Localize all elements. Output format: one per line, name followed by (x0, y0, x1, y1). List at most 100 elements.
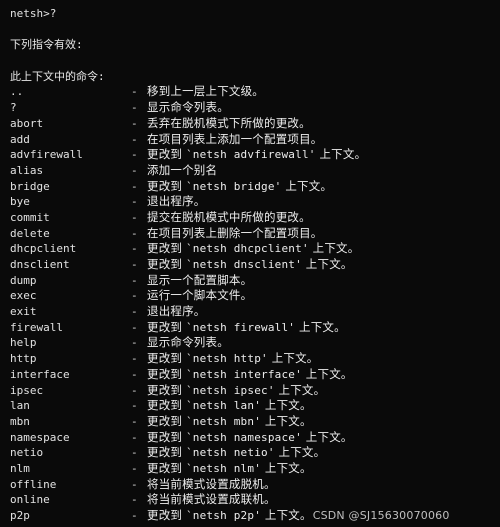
command-description: 提交在脱机模式中所做的更改。 (147, 209, 311, 224)
command-name: .. (10, 85, 24, 99)
command-separator-dash: - (131, 101, 138, 115)
command-row: http - 更改到 `netsh http' 上下文。 (0, 351, 500, 367)
command-row: delete - 在项目列表上删除一个配置项目。 (0, 226, 500, 242)
command-name: commit (10, 210, 50, 224)
command-row: mbn - 更改到 `netsh mbn' 上下文。 (0, 414, 500, 430)
command-description: 将当前模式设置成联机。 (147, 492, 276, 507)
command-separator-dash: - (131, 493, 138, 507)
command-separator-dash: - (131, 148, 138, 162)
command-row: add - 在项目列表上添加一个配置项目。 (0, 132, 500, 148)
command-row: netio - 更改到 `netsh netio' 上下文。 (0, 445, 500, 461)
command-name: offline (10, 477, 57, 491)
command-row: alias - 添加一个别名 (0, 163, 500, 179)
command-separator-dash: - (131, 289, 138, 303)
command-description: 更改到 `netsh http' 上下文。 (147, 351, 319, 366)
command-name: p2p (10, 509, 30, 522)
command-row: ipsec - 更改到 `netsh ipsec' 上下文。 (0, 383, 500, 399)
command-list: .. - 移到上一层上下文级。? - 显示命令列表。 abort - 丢弃在脱机模式下所做的更… (0, 84, 500, 523)
command-separator-dash: - (131, 414, 138, 428)
command-separator-dash: - (131, 85, 138, 99)
command-row: offline - 将当前模式设置成脱机。 (0, 477, 500, 493)
command-row: nlm - 更改到 `netsh nlm' 上下文。 (0, 461, 500, 477)
prompt-line: netsh>? (10, 7, 57, 20)
command-description: 更改到 `netsh interface' 上下文。 (147, 366, 353, 381)
command-separator-dash: - (131, 242, 138, 256)
command-description: 更改到 `netsh firewall' 上下文。 (147, 319, 346, 334)
command-separator-dash: - (131, 430, 138, 444)
command-name: advfirewall (10, 148, 83, 162)
command-name: abort (10, 116, 44, 130)
command-name: ipsec (10, 383, 44, 397)
command-description: 移到上一层上下文级。 (147, 84, 264, 99)
command-separator-dash: - (131, 461, 138, 475)
command-row: dhcpclient - 更改到 `netsh dhcpclient' 上下文。 (0, 241, 500, 257)
command-row: bye - 退出程序。 (0, 194, 500, 210)
command-description: 丢弃在脱机模式下所做的更改。 (147, 115, 311, 130)
command-name: dhcpclient (10, 242, 77, 256)
command-separator-dash: - (131, 446, 138, 460)
command-name: mbn (10, 414, 30, 428)
command-name: bridge (10, 179, 50, 193)
command-row: commit - 提交在脱机模式中所做的更改。 (0, 210, 500, 226)
command-name: http (10, 352, 37, 366)
command-description: 更改到 `netsh dnsclient' 上下文。 (147, 257, 353, 271)
command-separator-dash: - (131, 399, 138, 413)
command-description: 更改到 `netsh advfirewall' 上下文。 (147, 147, 367, 162)
command-row: ? - 显示命令列表。 (0, 100, 500, 116)
command-name: netio (10, 446, 44, 460)
command-description: 在项目列表上删除一个配置项目。 (147, 225, 323, 240)
command-separator-dash: - (131, 179, 138, 193)
command-separator-dash: - (131, 210, 138, 224)
command-name: exec (10, 289, 37, 303)
command-name: dump (10, 273, 37, 287)
command-description: 将当前模式设置成脱机。 (147, 476, 276, 491)
command-description: 更改到 `netsh namespace' 上下文。 (147, 429, 353, 444)
command-row: online - 将当前模式设置成联机。 (0, 492, 500, 508)
command-row: exit - 退出程序。 (0, 304, 500, 320)
command-description: 更改到 `netsh ipsec' 上下文。 (147, 382, 326, 397)
command-name: online (10, 493, 50, 507)
command-description: 更改到 `netsh lan' 上下文。 (147, 398, 312, 413)
command-name: add (10, 132, 30, 146)
command-description: 更改到 `netsh p2p' 上下文。CSDN @SJ15630070060 (147, 508, 450, 522)
command-name: dnsclient (10, 258, 70, 271)
command-name: firewall (10, 320, 63, 334)
command-name: alias (10, 163, 44, 177)
command-name: interface (10, 367, 70, 381)
command-separator-dash: - (131, 336, 138, 350)
command-row: p2p - 更改到 `netsh p2p' 上下文。CSDN @SJ15630070… (0, 508, 500, 524)
command-separator-dash: - (131, 273, 138, 287)
command-description: 更改到 `netsh dhcpclient' 上下文。 (147, 241, 360, 256)
console-output: netsh>? 下列指令有效: 此上下文中的命令: .. - 移到上一层上下文级。?… (0, 0, 500, 524)
command-description: 更改到 `netsh bridge' 上下文。 (147, 178, 333, 193)
command-description: 显示一个配置脚本。 (147, 272, 253, 287)
command-description: 退出程序。 (147, 304, 206, 319)
command-separator-dash: - (131, 132, 138, 146)
command-row: dump - 显示一个配置脚本。 (0, 273, 500, 289)
terminal-window[interactable]: netsh>? 下列指令有效: 此上下文中的命令: .. - 移到上一层上下文级。?… (0, 0, 500, 527)
command-separator-dash: - (131, 352, 138, 366)
command-description: 在项目列表上添加一个配置项目。 (147, 131, 323, 146)
command-description: 显示命令列表。 (147, 335, 229, 350)
command-row: firewall - 更改到 `netsh firewall' 上下文。 (0, 320, 500, 336)
command-row: .. - 移到上一层上下文级。 (0, 84, 500, 100)
command-description: 更改到 `netsh netio' 上下文。 (147, 445, 326, 460)
command-description: 添加一个别名 (147, 162, 218, 177)
command-separator-dash: - (131, 258, 138, 271)
command-description: 更改到 `netsh nlm' 上下文。 (147, 460, 312, 475)
command-row: namespace - 更改到 `netsh namespace' 上下文。 (0, 430, 500, 446)
command-separator-dash: - (131, 305, 138, 319)
command-name: lan (10, 399, 30, 413)
command-description: 显示命令列表。 (147, 100, 229, 115)
command-separator-dash: - (131, 116, 138, 130)
command-row: lan - 更改到 `netsh lan' 上下文。 (0, 398, 500, 414)
command-separator-dash: - (131, 477, 138, 491)
command-description: 退出程序。 (147, 194, 206, 209)
command-name: exit (10, 305, 37, 319)
command-separator-dash: - (131, 226, 138, 240)
command-row: bridge - 更改到 `netsh bridge' 上下文。 (0, 179, 500, 195)
command-description: 更改到 `netsh mbn' 上下文。 (147, 413, 312, 428)
command-separator-dash: - (131, 509, 138, 522)
